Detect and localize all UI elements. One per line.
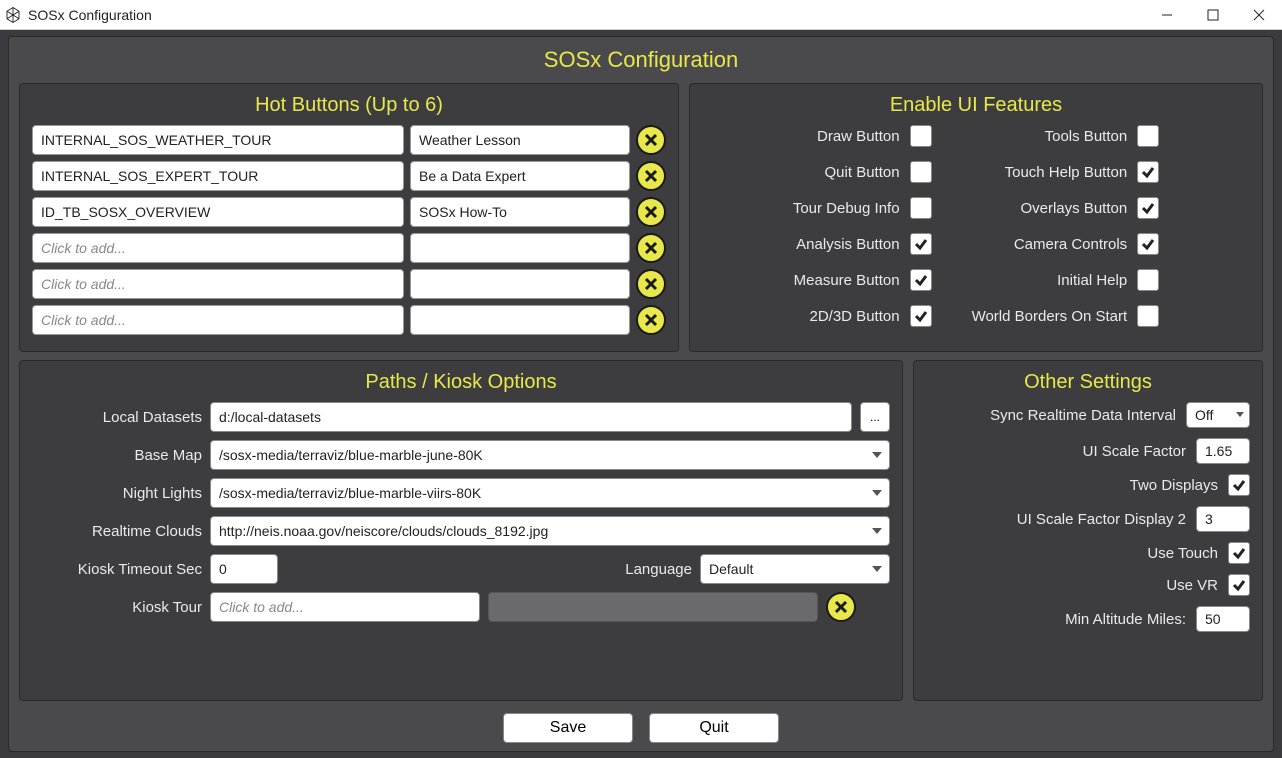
save-button[interactable]: Save: [503, 713, 633, 743]
ui-features-panel: Enable UI Features Draw Button Quit Butt…: [689, 83, 1263, 352]
feature-checkbox-left-2[interactable]: [910, 197, 932, 219]
feature-checkbox-right-1[interactable]: [1137, 161, 1159, 183]
minimize-button[interactable]: [1144, 0, 1190, 30]
maximize-button[interactable]: [1190, 0, 1236, 30]
hot-button-id-3[interactable]: [32, 233, 404, 263]
feature-checkbox-right-2[interactable]: [1137, 197, 1159, 219]
hot-button-label-3[interactable]: [410, 233, 630, 263]
feature-label-right-1: Touch Help Button: [1005, 164, 1128, 181]
feature-label-left-5: 2D/3D Button: [810, 308, 900, 325]
local-datasets-input[interactable]: [210, 402, 852, 432]
quit-button[interactable]: Quit: [649, 713, 779, 743]
feature-label-right-5: World Borders On Start: [972, 308, 1128, 325]
paths-title: Paths / Kiosk Options: [32, 371, 890, 394]
unity-logo-icon: [4, 6, 22, 24]
two-displays-label: Two Displays: [1130, 477, 1218, 494]
hot-button-delete-4[interactable]: [636, 269, 666, 299]
other-settings-title: Other Settings: [926, 371, 1250, 394]
feature-label-left-3: Analysis Button: [796, 236, 899, 253]
base-map-select[interactable]: /sosx-media/terraviz/blue-marble-june-80…: [210, 440, 890, 470]
hot-button-id-0[interactable]: [32, 125, 404, 155]
ui-scale-label: UI Scale Factor: [1083, 443, 1186, 460]
hot-button-delete-3[interactable]: [636, 233, 666, 263]
feature-checkbox-left-0[interactable]: [910, 125, 932, 147]
use-touch-label: Use Touch: [1147, 545, 1218, 562]
feature-checkbox-right-3[interactable]: [1137, 233, 1159, 255]
hot-button-label-1[interactable]: [410, 161, 630, 191]
feature-checkbox-left-1[interactable]: [910, 161, 932, 183]
use-touch-checkbox[interactable]: [1228, 542, 1250, 564]
language-select[interactable]: Default: [700, 554, 890, 584]
ui-scale-d2-input[interactable]: [1196, 506, 1250, 532]
hot-button-id-2[interactable]: [32, 197, 404, 227]
hot-button-label-5[interactable]: [410, 305, 630, 335]
kiosk-tour-delete-button[interactable]: [826, 592, 856, 622]
hot-button-id-5[interactable]: [32, 305, 404, 335]
feature-label-right-2: Overlays Button: [1020, 200, 1127, 217]
feature-label-right-0: Tools Button: [1045, 128, 1128, 145]
kiosk-tour-display: [488, 592, 818, 622]
sync-interval-select[interactable]: Off: [1186, 402, 1250, 428]
feature-checkbox-right-0[interactable]: [1137, 125, 1159, 147]
hot-button-delete-5[interactable]: [636, 305, 666, 335]
ui-features-title: Enable UI Features: [702, 94, 1250, 117]
paths-panel: Paths / Kiosk Options Local Datasets ...…: [19, 360, 903, 701]
night-lights-label: Night Lights: [32, 485, 202, 502]
hot-button-id-4[interactable]: [32, 269, 404, 299]
window-title: SOSx Configuration: [28, 7, 1144, 23]
kiosk-tour-input[interactable]: [210, 592, 480, 622]
feature-label-left-2: Tour Debug Info: [793, 200, 900, 217]
hot-button-id-1[interactable]: [32, 161, 404, 191]
feature-label-right-3: Camera Controls: [1014, 236, 1127, 253]
sync-interval-label: Sync Realtime Data Interval: [990, 407, 1176, 424]
min-altitude-label: Min Altitude Miles:: [1065, 611, 1186, 628]
hot-button-label-2[interactable]: [410, 197, 630, 227]
feature-label-left-0: Draw Button: [817, 128, 900, 145]
use-vr-checkbox[interactable]: [1228, 574, 1250, 596]
feature-label-left-1: Quit Button: [825, 164, 900, 181]
kiosk-timeout-label: Kiosk Timeout Sec: [32, 561, 202, 578]
feature-checkbox-left-4[interactable]: [910, 269, 932, 291]
hot-button-delete-2[interactable]: [636, 197, 666, 227]
feature-label-left-4: Measure Button: [794, 272, 900, 289]
use-vr-label: Use VR: [1166, 577, 1218, 594]
ui-scale-d2-label: UI Scale Factor Display 2: [1017, 511, 1186, 528]
feature-label-right-4: Initial Help: [1057, 272, 1127, 289]
titlebar: SOSx Configuration: [0, 0, 1282, 30]
feature-checkbox-right-4[interactable]: [1137, 269, 1159, 291]
hot-button-label-4[interactable]: [410, 269, 630, 299]
ui-scale-input[interactable]: [1196, 438, 1250, 464]
kiosk-timeout-input[interactable]: [210, 554, 278, 584]
hot-buttons-title: Hot Buttons (Up to 6): [32, 94, 666, 117]
language-label: Language: [625, 561, 692, 578]
hot-button-label-0[interactable]: [410, 125, 630, 155]
other-settings-panel: Other Settings Sync Realtime Data Interv…: [913, 360, 1263, 701]
realtime-clouds-select[interactable]: http://neis.noaa.gov/neiscore/clouds/clo…: [210, 516, 890, 546]
two-displays-checkbox[interactable]: [1228, 474, 1250, 496]
browse-button[interactable]: ...: [860, 402, 890, 432]
hot-button-delete-1[interactable]: [636, 161, 666, 191]
feature-checkbox-left-3[interactable]: [910, 233, 932, 255]
feature-checkbox-left-5[interactable]: [910, 305, 932, 327]
min-altitude-input[interactable]: [1196, 606, 1250, 632]
app-title: SOSx Configuration: [19, 45, 1263, 75]
realtime-clouds-label: Realtime Clouds: [32, 523, 202, 540]
close-button[interactable]: [1236, 0, 1282, 30]
hot-button-delete-0[interactable]: [636, 125, 666, 155]
kiosk-tour-label: Kiosk Tour: [32, 599, 202, 616]
base-map-label: Base Map: [32, 447, 202, 464]
night-lights-select[interactable]: /sosx-media/terraviz/blue-marble-viirs-8…: [210, 478, 890, 508]
local-datasets-label: Local Datasets: [32, 409, 202, 426]
feature-checkbox-right-5[interactable]: [1137, 305, 1159, 327]
hot-buttons-panel: Hot Buttons (Up to 6): [19, 83, 679, 352]
